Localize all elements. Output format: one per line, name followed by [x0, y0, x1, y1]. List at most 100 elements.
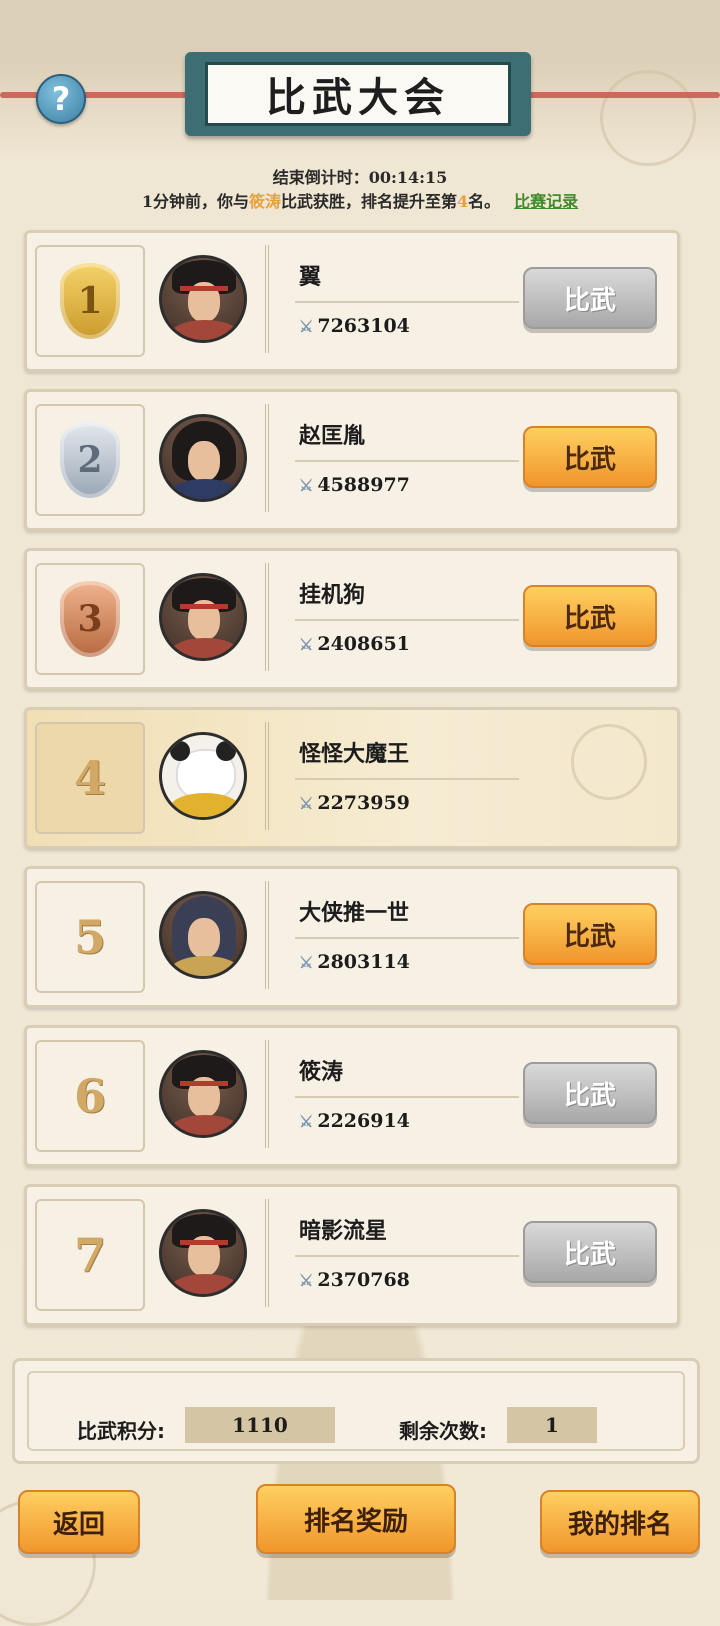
duel-button[interactable]: 比武 — [523, 267, 657, 329]
player-name: 怪怪大魔王 — [299, 742, 410, 767]
divider — [295, 301, 519, 303]
my-rank-button[interactable]: 我的排名 — [540, 1490, 700, 1554]
combat-power: ⚔ 2803114 — [299, 951, 410, 973]
player-info: 暗影流星 ⚔ 2370768 — [265, 1199, 519, 1307]
rank-badge: 3 — [35, 563, 145, 675]
avatar[interactable] — [159, 573, 247, 661]
avatar[interactable] — [159, 1209, 247, 1297]
score-label: 比武积分: — [77, 1419, 165, 1443]
rank-row-6: 6 筱涛 ⚔ 2226914 比武 — [24, 1025, 680, 1167]
back-button[interactable]: 返回 — [18, 1490, 140, 1554]
avatar[interactable] — [159, 891, 247, 979]
rank-row-7: 7 暗影流星 ⚔ 2370768 比武 — [24, 1184, 680, 1326]
crossed-swords-icon: ⚔ — [299, 475, 314, 495]
avatar[interactable] — [159, 1050, 247, 1138]
rank-row-5: 5 大侠推一世 ⚔ 2803114 比武 — [24, 866, 680, 1008]
countdown-label: 结束倒计时： — [272, 168, 369, 187]
notice-text: 名。 — [468, 192, 501, 211]
combat-power: ⚔ 2408651 — [299, 633, 410, 655]
crossed-swords-icon: ⚔ — [299, 634, 314, 654]
rank-number: 4 — [73, 751, 106, 805]
help-icon[interactable]: ? — [36, 74, 86, 124]
cloud-decor-icon — [571, 724, 647, 800]
player-info: 大侠推一世 ⚔ 2803114 — [265, 881, 519, 989]
rank-number: 6 — [73, 1069, 106, 1123]
notice-text: 比武获胜，排名提升至第 — [280, 192, 457, 211]
player-name: 赵匡胤 — [299, 424, 366, 449]
divider — [295, 937, 519, 939]
notice-rank: 4 — [457, 192, 469, 211]
notice-opponent: 筱涛 — [248, 192, 281, 211]
power-value: 2370768 — [317, 1269, 410, 1291]
rank-number: 5 — [73, 910, 106, 964]
crossed-swords-icon: ⚔ — [299, 793, 314, 813]
power-value: 2803114 — [317, 951, 410, 973]
combat-power: ⚔ 2273959 — [299, 792, 410, 814]
rank-badge: 1 — [35, 245, 145, 357]
record-link[interactable]: 比赛记录 — [514, 192, 578, 211]
player-name: 翼 — [299, 265, 322, 290]
rank-badge: 6 — [35, 1040, 145, 1152]
crossed-swords-icon: ⚔ — [299, 952, 314, 972]
player-info: 筱涛 ⚔ 2226914 — [265, 1040, 519, 1148]
combat-power: ⚔ 7263104 — [299, 315, 410, 337]
combat-power: ⚔ 2370768 — [299, 1269, 410, 1291]
player-name: 暗影流星 — [299, 1219, 388, 1244]
stats-frame: 比武积分: 1110 剩余次数: 1 — [27, 1371, 685, 1451]
countdown-value: 00:14:15 — [368, 168, 448, 187]
divider — [295, 1255, 519, 1257]
silver-medal-icon: 2 — [60, 422, 120, 498]
duel-button[interactable]: 比武 — [523, 426, 657, 488]
countdown: 结束倒计时：00:14:15 — [0, 164, 720, 188]
rank-badge: 5 — [35, 881, 145, 993]
rank-badge: 7 — [35, 1199, 145, 1311]
duel-button[interactable]: 比武 — [523, 1062, 657, 1124]
rank-rewards-button[interactable]: 排名奖励 — [256, 1484, 456, 1554]
title-plate: 比武大会 — [185, 52, 531, 136]
rank-row-1: 1 翼 ⚔ 7263104 比武 — [24, 230, 680, 372]
rank-badge: 4 — [35, 722, 145, 834]
duel-button[interactable]: 比武 — [523, 585, 657, 647]
remaining-label: 剩余次数: — [399, 1419, 487, 1443]
power-value: 2226914 — [317, 1110, 410, 1132]
rank-row-3: 3 挂机狗 ⚔ 2408651 比武 — [24, 548, 680, 690]
rank-row-4-self: 4 怪怪大魔王 ⚔ 2273959 — [24, 707, 680, 849]
battle-notice: 1分钟前，你与筱涛比武获胜，排名提升至第4名。 比赛记录 — [0, 188, 720, 212]
duel-button[interactable]: 比武 — [523, 903, 657, 965]
divider — [295, 1096, 519, 1098]
player-info: 翼 ⚔ 7263104 — [265, 245, 519, 353]
player-info: 赵匡胤 ⚔ 4588977 — [265, 404, 519, 512]
combat-power: ⚔ 2226914 — [299, 1110, 410, 1132]
rank-row-2: 2 赵匡胤 ⚔ 4588977 比武 — [24, 389, 680, 531]
divider — [295, 460, 519, 462]
page-title: 比武大会 — [266, 74, 450, 121]
power-value: 4588977 — [317, 474, 410, 496]
divider — [295, 619, 519, 621]
decor-swirl — [600, 70, 696, 166]
crossed-swords-icon: ⚔ — [299, 316, 314, 336]
player-name: 挂机狗 — [299, 583, 366, 608]
combat-power: ⚔ 4588977 — [299, 474, 410, 496]
crossed-swords-icon: ⚔ — [299, 1111, 314, 1131]
score-value: 1110 — [185, 1407, 335, 1443]
rank-badge: 2 — [35, 404, 145, 516]
stats-panel: 比武积分: 1110 剩余次数: 1 — [12, 1358, 700, 1464]
player-name: 筱涛 — [299, 1060, 344, 1085]
avatar[interactable] — [159, 732, 247, 820]
notice-text: 1分钟前，你与 — [141, 192, 249, 211]
power-value: 2408651 — [317, 633, 410, 655]
bronze-medal-icon: 3 — [60, 581, 120, 657]
duel-button[interactable]: 比武 — [523, 1221, 657, 1283]
player-name: 大侠推一世 — [299, 901, 410, 926]
crossed-swords-icon: ⚔ — [299, 1270, 314, 1290]
remaining-value: 1 — [507, 1407, 597, 1443]
avatar[interactable] — [159, 414, 247, 502]
player-info: 挂机狗 ⚔ 2408651 — [265, 563, 519, 671]
player-info: 怪怪大魔王 ⚔ 2273959 — [265, 722, 519, 830]
power-value: 7263104 — [317, 315, 410, 337]
divider — [295, 778, 519, 780]
gold-medal-icon: 1 — [60, 263, 120, 339]
rank-number: 7 — [73, 1228, 106, 1282]
avatar[interactable] — [159, 255, 247, 343]
power-value: 2273959 — [317, 792, 410, 814]
